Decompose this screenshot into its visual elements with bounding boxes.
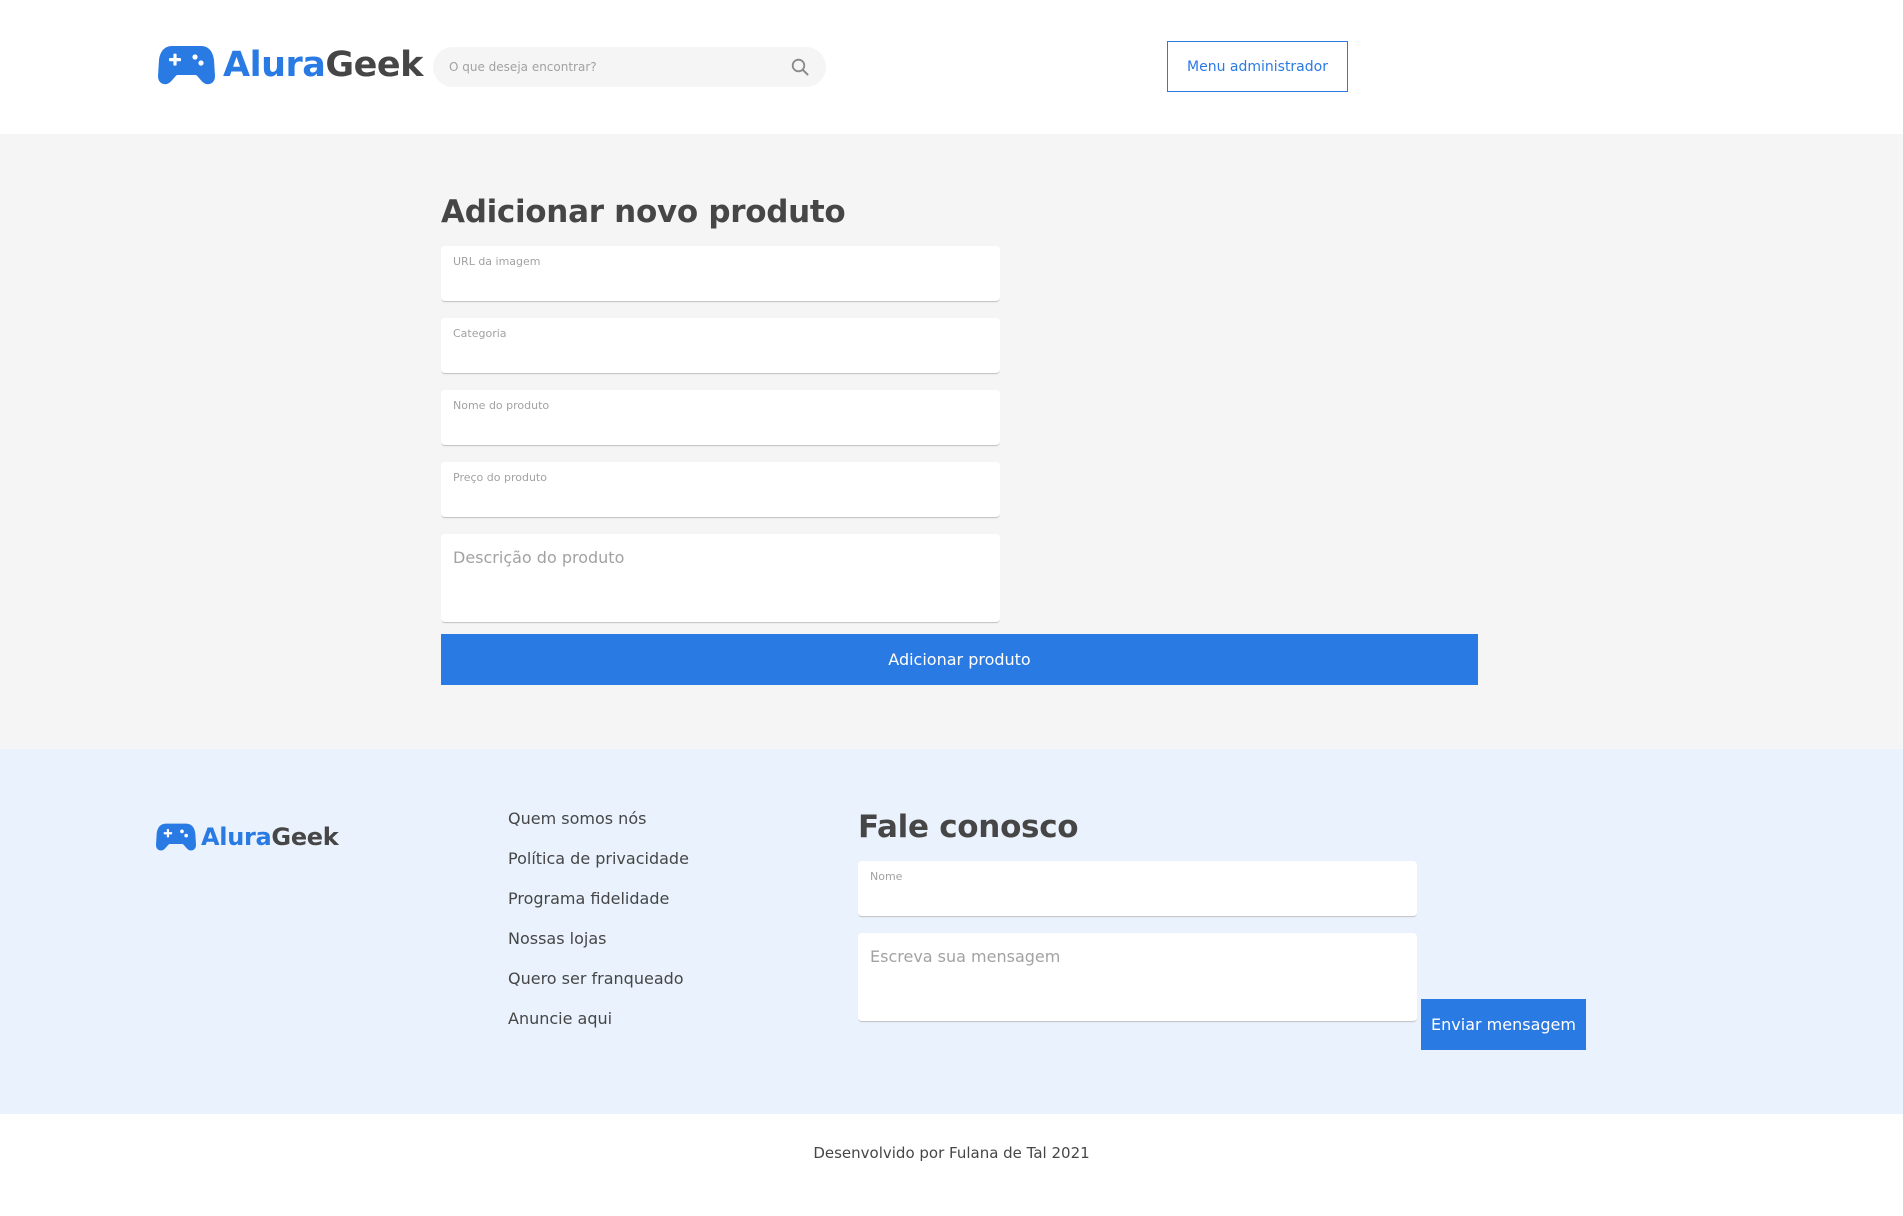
product-name-field: Nome do produto [441,390,1000,446]
product-price-input[interactable] [453,489,983,511]
contact-message-input[interactable] [870,947,1402,1013]
footer-brand-name-part2: Geek [271,823,339,851]
product-name-label: Nome do produto [453,399,550,412]
image-url-input[interactable] [453,273,983,295]
search-icon[interactable] [790,57,810,77]
footer-link-privacy[interactable]: Política de privacidade [508,849,689,868]
contact-name-field: Nome [858,861,1417,917]
add-product-button[interactable]: Adicionar produto [441,634,1478,685]
footer-link-item: Anuncie aqui [508,1009,689,1049]
footer-link-stores[interactable]: Nossas lojas [508,929,606,948]
footer-logo[interactable]: AluraGeek [156,822,339,852]
image-url-label: URL da imagem [453,255,541,268]
footer-brand-name-part1: Alura [201,823,272,851]
footer-link-item: Política de privacidade [508,849,689,889]
brand-name-part1: Alura [223,45,326,85]
search-bar [433,47,826,87]
contact-name-label: Nome [870,870,903,883]
site-footer: AluraGeek Quem somos nós Política de pri… [0,749,1903,1114]
header-logo[interactable]: AluraGeek [158,44,423,86]
credits-text: Desenvolvido por Fulana de Tal 2021 [813,1144,1090,1162]
footer-links: Quem somos nós Política de privacidade P… [508,809,689,1049]
footer-brand-name: AluraGeek [201,823,339,851]
image-url-field: URL da imagem [441,246,1000,302]
category-field: Categoria [441,318,1000,374]
footer-link-item: Programa fidelidade [508,889,689,929]
contact-title: Fale conosco [858,809,1079,845]
brand-name: AluraGeek [223,45,423,85]
product-description-input[interactable] [453,548,985,614]
footer-link-advertise[interactable]: Anuncie aqui [508,1009,612,1028]
contact-message-field [858,933,1417,1022]
product-price-field: Preço do produto [441,462,1000,518]
main-content: Adicionar novo produto URL da imagem Cat… [0,134,1903,749]
send-message-button[interactable]: Enviar mensagem [1421,999,1586,1050]
product-description-field [441,534,1000,623]
footer-link-about[interactable]: Quem somos nós [508,809,646,828]
page-title: Adicionar novo produto [441,194,846,230]
footer-link-item: Nossas lojas [508,929,689,969]
footer-link-item: Quem somos nós [508,809,689,849]
site-header: AluraGeek Menu administrador [0,0,1903,134]
contact-name-input[interactable] [870,888,1400,910]
product-name-input[interactable] [453,417,983,439]
footer-link-item: Quero ser franqueado [508,969,689,1009]
gamepad-icon [156,823,196,851]
footer-link-loyalty[interactable]: Programa fidelidade [508,889,669,908]
search-input[interactable] [449,60,790,74]
category-input[interactable] [453,345,983,367]
gamepad-icon [158,46,215,85]
product-price-label: Preço do produto [453,471,547,484]
category-label: Categoria [453,327,507,340]
brand-name-part2: Geek [325,45,423,85]
footer-link-franchise[interactable]: Quero ser franqueado [508,969,684,988]
admin-menu-button[interactable]: Menu administrador [1167,41,1348,92]
credits-bar: Desenvolvido por Fulana de Tal 2021 [0,1114,1903,1216]
